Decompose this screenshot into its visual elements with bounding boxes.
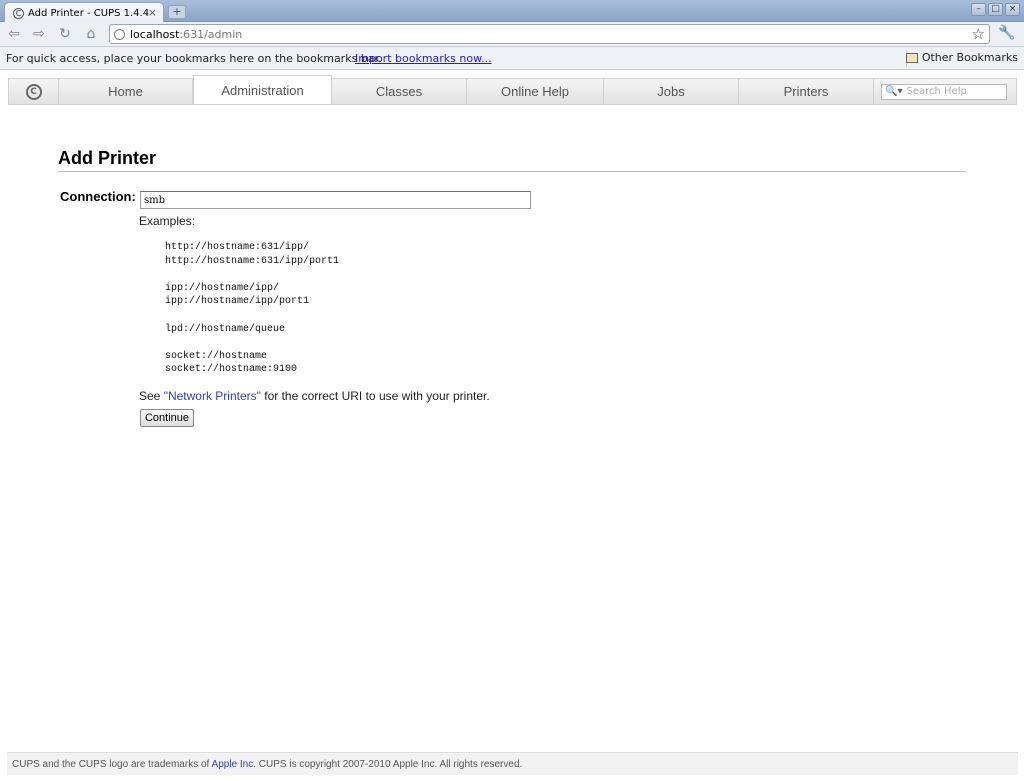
- search-icon: 🔍▾: [885, 86, 903, 97]
- search-placeholder: Search Help: [906, 86, 967, 97]
- close-window-button[interactable]: ×: [1005, 3, 1020, 16]
- search-help: 🔍▾ Search Help: [874, 79, 1016, 104]
- connection-input[interactable]: [140, 191, 531, 209]
- nav-home[interactable]: Home: [59, 79, 193, 104]
- cups-nav: C Home Administration Classes Online Hel…: [8, 75, 1017, 105]
- bookmarks-bar: For quick access, place your bookmarks h…: [0, 47, 1024, 70]
- example-uri: http://hostname:631/ipp/port1: [165, 255, 340, 267]
- globe-icon: [114, 28, 125, 40]
- apple-link[interactable]: Apple Inc.: [212, 759, 256, 770]
- bookmarks-prompt: For quick access, place your bookmarks h…: [6, 52, 382, 65]
- title-rule: [58, 171, 966, 172]
- nav-printers[interactable]: Printers: [739, 79, 874, 104]
- network-printers-link[interactable]: "Network Printers": [164, 389, 261, 403]
- search-input[interactable]: 🔍▾ Search Help: [881, 83, 1007, 100]
- back-icon[interactable]: ⇦: [4, 25, 24, 43]
- import-bookmarks-link[interactable]: Import bookmarks now...: [355, 52, 492, 65]
- reload-icon[interactable]: ↻: [55, 25, 75, 43]
- network-printers-hint: See "Network Printers" for the correct U…: [139, 389, 490, 403]
- footer-prefix: CUPS and the CUPS logo are trademarks of: [12, 759, 212, 770]
- cups-logo-icon[interactable]: C: [9, 79, 59, 104]
- examples-list: http://hostname:631/ipp/ http://hostname…: [165, 241, 339, 377]
- browser-tab[interactable]: C Add Printer - CUPS 1.4.4 ×: [4, 2, 164, 23]
- folder-icon: [905, 52, 918, 63]
- hint-suffix: for the correct URI to use with your pri…: [260, 389, 490, 403]
- footer-suffix: CUPS is copyright 2007-2010 Apple Inc. A…: [256, 759, 523, 770]
- nav-administration[interactable]: Administration: [193, 75, 332, 104]
- minimize-button[interactable]: –: [971, 3, 986, 16]
- example-uri: http://hostname:631/ipp/: [165, 242, 310, 253]
- nav-jobs[interactable]: Jobs: [604, 79, 739, 104]
- footer: CUPS and the CUPS logo are trademarks of…: [7, 752, 1018, 775]
- nav-online-help[interactable]: Online Help: [467, 79, 604, 104]
- example-uri: socket://hostname: [165, 350, 268, 362]
- page-title: Add Printer: [58, 148, 157, 168]
- example-uri: lpd://hostname/queue: [165, 323, 286, 335]
- home-icon[interactable]: ⌂: [81, 25, 101, 43]
- hint-prefix: See: [139, 389, 164, 403]
- other-bookmarks-button[interactable]: Other Bookmarks: [905, 51, 1018, 64]
- window-controls: – □ ×: [971, 3, 1020, 16]
- example-uri: socket://hostname:9100: [165, 364, 298, 376]
- url-path: :631/admin: [179, 27, 243, 41]
- nav-classes[interactable]: Classes: [332, 79, 467, 104]
- example-uri: ipp://hostname/ipp/port1: [165, 296, 310, 308]
- maximize-button[interactable]: □: [988, 3, 1003, 16]
- browser-toolbar: ⇦ ⇨ ↻ ⌂ localhost:631/admin ☆ 🔧: [0, 22, 1024, 47]
- connection-label: Connection:: [60, 189, 136, 204]
- continue-button[interactable]: Continue: [140, 409, 194, 427]
- address-bar[interactable]: localhost:631/admin ☆: [109, 24, 990, 44]
- bookmark-star-icon[interactable]: ☆: [972, 25, 985, 43]
- examples-label: Examples:: [139, 214, 196, 228]
- other-bookmarks-label: Other Bookmarks: [921, 51, 1018, 64]
- example-uri: ipp://hostname/ipp/: [165, 282, 280, 294]
- wrench-icon[interactable]: 🔧: [998, 25, 1015, 41]
- cups-favicon-icon: C: [13, 7, 24, 19]
- tab-close-icon[interactable]: ×: [148, 6, 157, 19]
- url-host: localhost: [130, 27, 180, 41]
- new-tab-button[interactable]: +: [168, 5, 186, 19]
- tab-title: Add Printer - CUPS 1.4.4: [28, 7, 150, 19]
- window-titlebar: C Add Printer - CUPS 1.4.4 × + – □ ×: [0, 0, 1024, 23]
- forward-icon[interactable]: ⇨: [29, 25, 49, 43]
